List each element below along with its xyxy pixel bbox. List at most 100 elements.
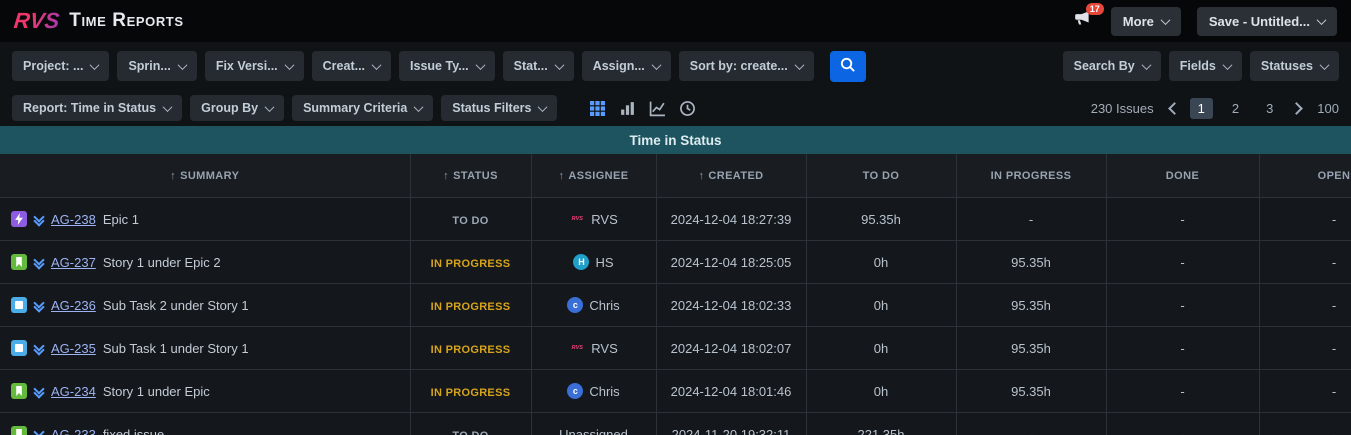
chevron-down-icon (1160, 15, 1170, 25)
sort-arrow-icon: ↑ (559, 170, 565, 182)
column-header-status[interactable]: ↑STATUS (410, 154, 531, 198)
column-header-in-progress[interactable]: IN PROGRESS (956, 154, 1106, 198)
expand-chevron-icon[interactable] (34, 342, 44, 354)
filter-label: Sort by: create... (690, 59, 788, 73)
pager: 1 2 3 (1170, 98, 1302, 119)
issue-key-link[interactable]: AG-238 (51, 212, 96, 227)
column-label: TO DO (863, 170, 900, 182)
created-cell: 2024-12-04 18:01:46 (656, 370, 806, 413)
column-header-summary[interactable]: ↑SUMMARY (0, 154, 410, 198)
clock-view-icon[interactable] (679, 100, 696, 117)
issue-summary: Epic 1 (103, 212, 139, 227)
status-filters-dropdown[interactable]: Status Filters (441, 95, 557, 121)
subtask-issue-type-icon (11, 297, 27, 313)
assignee-avatar: RVS (569, 340, 585, 356)
table-row: AG-237 Story 1 under Epic 2 IN PROGRESS … (0, 241, 1351, 284)
sort-arrow-icon: ↑ (698, 170, 704, 182)
expand-chevron-icon[interactable] (34, 256, 44, 268)
expand-chevron-icon[interactable] (34, 299, 44, 311)
chevron-down-icon (538, 102, 548, 112)
page-button-3[interactable]: 3 (1258, 98, 1281, 119)
filter-label: Fields (1180, 59, 1216, 73)
assignee-avatar: H (573, 254, 589, 270)
line-chart-view-icon[interactable] (649, 100, 666, 117)
filter-created[interactable]: Creat... (312, 51, 391, 81)
fields-dropdown[interactable]: Fields (1169, 51, 1242, 81)
status-badge: TO DO (452, 215, 488, 227)
todo-cell: 221.35h (806, 413, 956, 435)
app-brand: RVS Time Reports (14, 8, 184, 34)
filter-fix-version[interactable]: Fix Versi... (205, 51, 304, 81)
filter-label: Summary Criteria (303, 101, 407, 115)
open-cell: - (1259, 370, 1351, 413)
column-header-created[interactable]: ↑ CREATED (656, 154, 806, 198)
filter-label: Group By (201, 101, 258, 115)
next-page-button[interactable] (1290, 102, 1303, 115)
report-toolbar: Report: Time in Status Group By Summary … (0, 90, 1351, 126)
report-type-dropdown[interactable]: Report: Time in Status (12, 95, 182, 121)
notification-badge: 17 (1086, 3, 1104, 15)
column-header-assignee[interactable]: ↑ASSIGNEE (531, 154, 656, 198)
sort-by-dropdown[interactable]: Sort by: create... (679, 51, 814, 81)
status-badge: IN PROGRESS (431, 387, 511, 399)
column-header-done[interactable]: DONE (1106, 154, 1259, 198)
issue-key-link[interactable]: AG-235 (51, 341, 96, 356)
assignee-name: RVS (591, 341, 618, 356)
filter-label: Assign... (593, 59, 645, 73)
announcements-button[interactable]: 17 (1069, 10, 1095, 32)
group-by-dropdown[interactable]: Group By (190, 95, 284, 121)
bar-chart-view-icon[interactable] (619, 100, 636, 117)
page-button-2[interactable]: 2 (1224, 98, 1247, 119)
todo-cell: 0h (806, 327, 956, 370)
filter-sprint[interactable]: Sprin... (117, 51, 196, 81)
chevron-down-icon (284, 60, 294, 70)
table-view-icon[interactable] (589, 100, 606, 117)
filter-project[interactable]: Project: ... (12, 51, 109, 81)
in-progress-cell: 95.35h (956, 370, 1106, 413)
issue-key-link[interactable]: AG-236 (51, 298, 96, 313)
save-button[interactable]: Save - Untitled... (1197, 7, 1337, 36)
filter-issue-type[interactable]: Issue Ty... (399, 51, 495, 81)
more-button[interactable]: More (1111, 7, 1181, 36)
column-label: ASSIGNEE (568, 170, 628, 182)
issue-key-link[interactable]: AG-233 (51, 427, 96, 435)
column-label: OPEN (1318, 170, 1351, 182)
search-by-dropdown[interactable]: Search By (1063, 51, 1161, 81)
app-title: Time Reports (69, 10, 183, 32)
statuses-dropdown[interactable]: Statuses (1250, 51, 1339, 81)
expand-chevron-icon[interactable] (34, 428, 44, 435)
filter-label: Fix Versi... (216, 59, 278, 73)
column-header-open[interactable]: OPEN (1259, 154, 1351, 198)
filter-assignee[interactable]: Assign... (582, 51, 671, 81)
chevron-down-icon (177, 60, 187, 70)
sort-arrow-icon: ↑ (443, 170, 449, 182)
story-issue-type-icon (11, 383, 27, 399)
issue-key-link[interactable]: AG-234 (51, 384, 96, 399)
status-badge: IN PROGRESS (431, 344, 511, 356)
issue-key-link[interactable]: AG-237 (51, 255, 96, 270)
search-button[interactable] (830, 51, 866, 82)
column-label: IN PROGRESS (991, 170, 1072, 182)
column-header-todo[interactable]: TO DO (806, 154, 956, 198)
filter-label: Statuses (1261, 59, 1313, 73)
summary-criteria-dropdown[interactable]: Summary Criteria (292, 95, 433, 121)
expand-chevron-icon[interactable] (34, 213, 44, 225)
expand-chevron-icon[interactable] (34, 385, 44, 397)
rvs-logo: RVS (13, 8, 61, 34)
assignee-name: RVS (591, 212, 618, 227)
chevron-down-icon (794, 60, 804, 70)
open-cell: - (1259, 413, 1351, 435)
filter-status[interactable]: Stat... (503, 51, 574, 81)
chevron-down-icon (1141, 60, 1151, 70)
page-size-button[interactable]: 100 (1317, 101, 1339, 116)
chevron-down-icon (265, 102, 275, 112)
column-label: CREATED (708, 170, 763, 182)
filter-label: Search By (1074, 59, 1135, 73)
prev-page-button[interactable] (1168, 102, 1181, 115)
table-row: AG-234 Story 1 under Epic IN PROGRESS cC… (0, 370, 1351, 413)
status-badge: TO DO (452, 430, 488, 435)
page-button-1[interactable]: 1 (1190, 98, 1213, 119)
assignee-name: Chris (589, 298, 619, 313)
done-cell: - (1106, 284, 1259, 327)
report-title: Time in Status (629, 133, 721, 148)
